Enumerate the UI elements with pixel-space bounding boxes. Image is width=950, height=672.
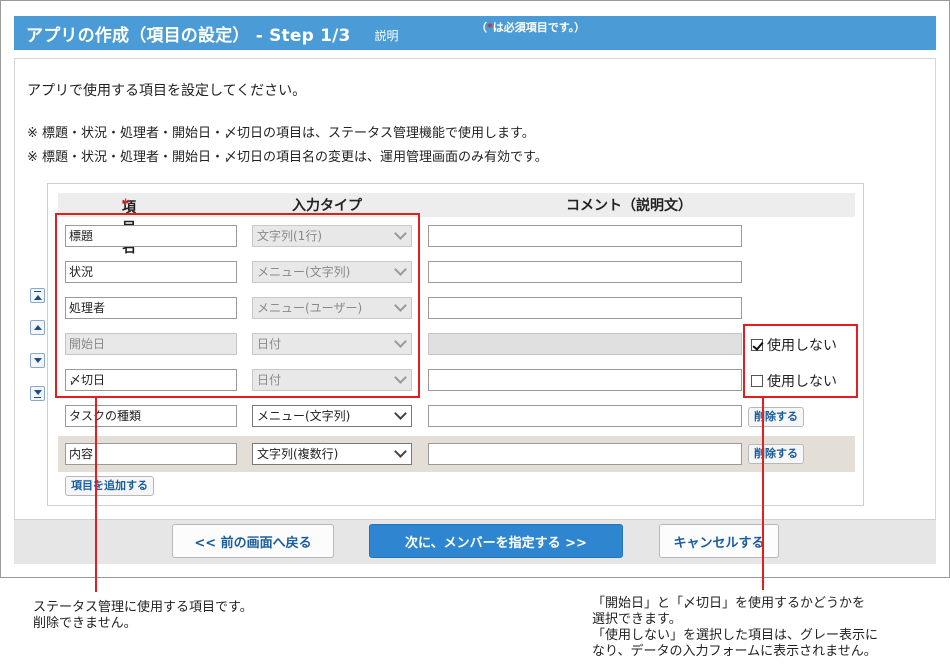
move-up-button[interactable] bbox=[30, 320, 45, 335]
move-bottom-button[interactable] bbox=[30, 386, 45, 401]
left-callout-line bbox=[95, 398, 97, 592]
move-top-button[interactable] bbox=[30, 288, 45, 303]
page-title: アプリの作成（項目の設定） - Step 1/3 bbox=[26, 25, 351, 46]
comment-field bbox=[428, 333, 742, 355]
cancel-button[interactable]: キャンセルする bbox=[659, 524, 779, 558]
arrow-down-icon bbox=[33, 358, 42, 363]
chevron-down-icon bbox=[394, 445, 407, 458]
required-note: （*は必須項目です。） bbox=[476, 19, 585, 35]
top-bar-icon bbox=[34, 291, 41, 292]
right-annotation-line: 選択できます。 bbox=[592, 612, 682, 627]
required-note-prefix: （ bbox=[476, 21, 487, 34]
comment-field[interactable] bbox=[428, 443, 742, 465]
item-name-field[interactable]: タスクの種類 bbox=[65, 405, 237, 427]
right-annotation-line: なり、データの入力フォームに表示されません。 bbox=[592, 644, 877, 659]
help-link[interactable]: 説明 bbox=[375, 27, 399, 44]
item-name-field[interactable]: 内容 bbox=[65, 443, 237, 465]
input-type-value: メニュー(文字列) bbox=[257, 409, 351, 423]
comment-field[interactable] bbox=[428, 225, 742, 247]
required-note-suffix: は必須項目です。） bbox=[492, 21, 586, 34]
left-annotation-line: ステータス管理に使用する項目です。 bbox=[33, 600, 253, 615]
delete-item-button[interactable]: 削除する bbox=[748, 444, 804, 464]
left-annotation: ステータス管理に使用する項目です。 削除できません。 bbox=[33, 600, 253, 632]
status-items-highlight bbox=[55, 213, 420, 398]
right-annotation: 「開始日」と「〆切日」を使用するかどうかを 選択できます。 「使用しない」を選択… bbox=[592, 596, 878, 660]
move-down-button[interactable] bbox=[30, 353, 45, 368]
back-button[interactable]: << 前の画面へ戻る bbox=[172, 524, 334, 558]
add-item-button[interactable]: 項目を追加する bbox=[65, 476, 154, 496]
intro-text: アプリで使用する項目を設定してください。 bbox=[27, 83, 307, 99]
arrow-up-icon bbox=[33, 325, 42, 330]
note-rename-items: ※ 標題・状況・処理者・開始日・〆切日の項目名の変更は、運用管理画面のみ有効です… bbox=[27, 150, 548, 165]
comment-field[interactable] bbox=[428, 297, 742, 319]
comment-field[interactable] bbox=[428, 261, 742, 283]
left-annotation-line: 削除できません。 bbox=[33, 616, 137, 631]
note-status-items: ※ 標題・状況・処理者・開始日・〆切日の項目は、ステータス管理機能で使用します。 bbox=[27, 126, 535, 141]
comment-field[interactable] bbox=[428, 405, 742, 427]
input-type-select[interactable]: 文字列(複数行) bbox=[252, 443, 412, 465]
page-header: アプリの作成（項目の設定） - Step 1/3 説明 （*は必須項目です。） bbox=[14, 16, 936, 50]
next-button[interactable]: 次に、メンバーを指定する >> bbox=[369, 524, 623, 558]
input-type-select[interactable]: メニュー(文字列) bbox=[252, 405, 412, 427]
right-callout-line bbox=[762, 398, 764, 590]
unused-options-highlight bbox=[743, 324, 858, 398]
column-comment-header: コメント（説明文） bbox=[566, 198, 692, 214]
bottom-bar-icon bbox=[34, 397, 41, 398]
required-mark: * bbox=[122, 197, 130, 213]
delete-item-button[interactable]: 削除する bbox=[748, 407, 804, 427]
right-annotation-line: 「使用しない」を選択した項目は、グレー表示に bbox=[592, 628, 879, 643]
right-annotation-line: 「開始日」と「〆切日」を使用するかどうかを bbox=[592, 596, 866, 611]
comment-field[interactable] bbox=[428, 369, 742, 391]
input-type-value: 文字列(複数行) bbox=[257, 447, 339, 461]
move-top-icon bbox=[33, 294, 42, 300]
column-type-header: 入力タイプ bbox=[292, 198, 362, 214]
chevron-down-icon bbox=[394, 407, 407, 420]
move-bottom-icon bbox=[33, 389, 42, 395]
